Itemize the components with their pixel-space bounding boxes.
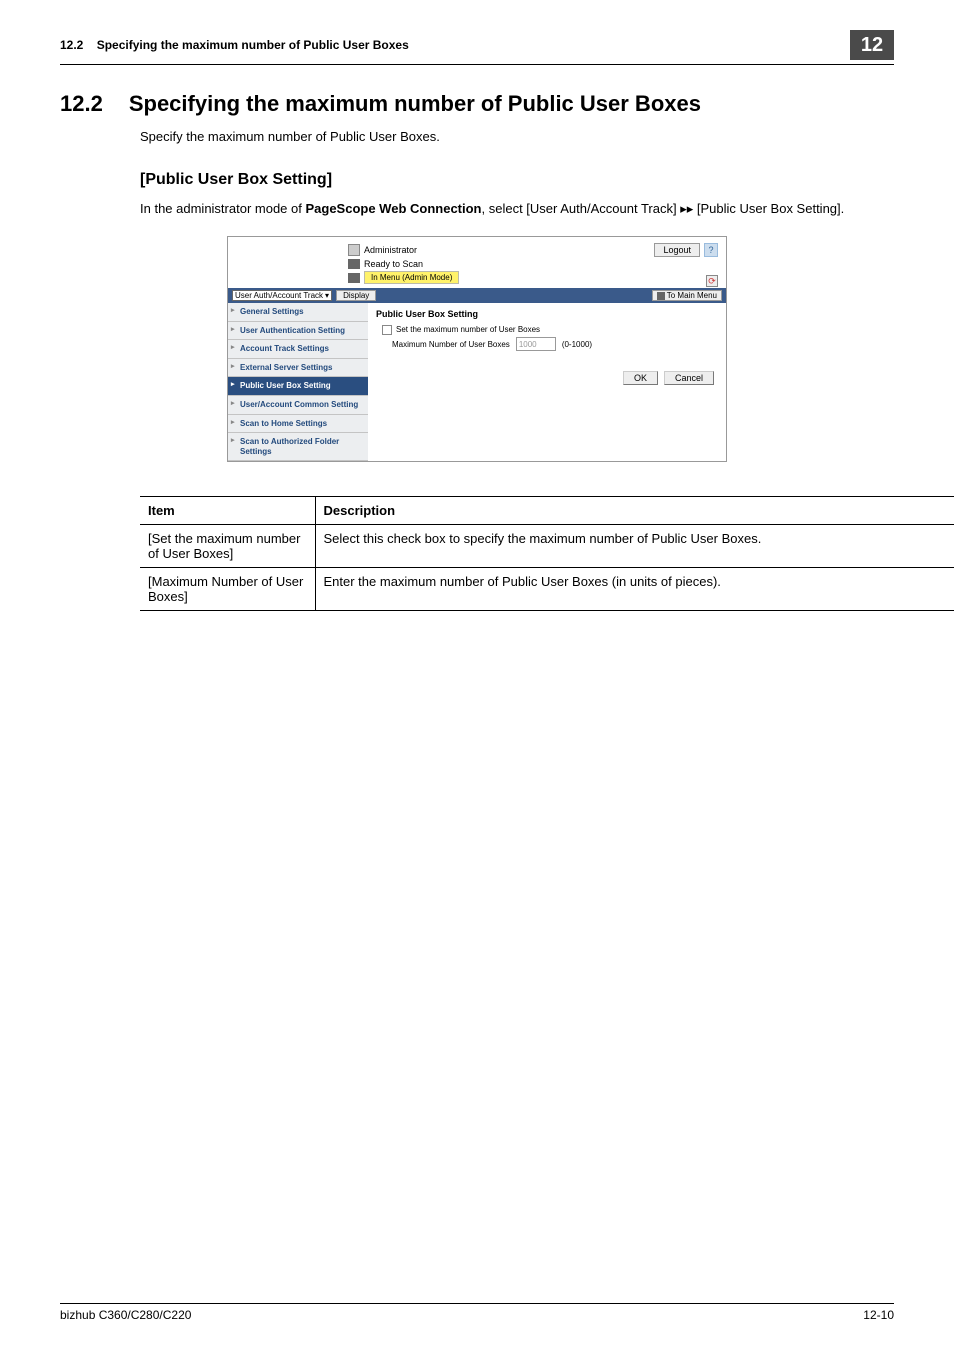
cancel-button[interactable]: Cancel xyxy=(664,371,714,385)
sidebar-item-label: User Authentication Setting xyxy=(240,326,345,335)
main-menu-button[interactable]: To Main Menu xyxy=(652,290,722,301)
admin-indicator: Administrator xyxy=(348,243,417,257)
footer-right: 12-10 xyxy=(863,1308,894,1322)
checkbox-label: Set the maximum number of User Boxes xyxy=(396,325,540,334)
content-title: Public User Box Setting xyxy=(376,309,718,319)
table-row: [Maximum Number of User Boxes] Enter the… xyxy=(140,568,954,611)
checkbox-row: Set the maximum number of User Boxes xyxy=(382,325,718,335)
ok-button[interactable]: OK xyxy=(623,371,658,385)
sidebar-item-label: Scan to Home Settings xyxy=(240,419,327,428)
body-bold: PageScope Web Connection xyxy=(305,201,481,216)
status-icon xyxy=(348,273,360,283)
embed-toolbar: User Auth/Account Track ▾ Display To Mai… xyxy=(228,288,726,303)
printer-icon xyxy=(348,259,360,269)
max-boxes-input[interactable] xyxy=(516,337,556,351)
header-section-ref: 12.2 xyxy=(60,38,83,52)
status-ready: Ready to Scan xyxy=(364,259,423,269)
embed-body: General Settings User Authentication Set… xyxy=(228,303,726,461)
sidebar-item-label: Public User Box Setting xyxy=(240,381,331,390)
table-cell-item: [Set the maximum number of User Boxes] xyxy=(140,525,315,568)
table-cell-item: [Maximum Number of User Boxes] xyxy=(140,568,315,611)
refresh-icon[interactable]: ⟳ xyxy=(706,275,718,287)
sidebar-item-label: Account Track Settings xyxy=(240,344,329,353)
status-menu: In Menu (Admin Mode) xyxy=(364,271,459,284)
sidebar-item-label: General Settings xyxy=(240,307,304,316)
sidebar-item-public-user-box[interactable]: Public User Box Setting xyxy=(228,377,368,396)
content-pane: Public User Box Setting Set the maximum … xyxy=(368,303,726,461)
embedded-screenshot: Administrator Logout ? Ready to Scan In … xyxy=(227,236,727,462)
body-paragraph: In the administrator mode of PageScope W… xyxy=(140,199,894,219)
sidebar-item-account-track[interactable]: Account Track Settings xyxy=(228,340,368,359)
chevron-down-icon: ▾ xyxy=(325,291,329,300)
section-heading-row: 12.2 Specifying the maximum number of Pu… xyxy=(60,91,894,117)
admin-icon xyxy=(348,244,360,256)
sidebar-item-label: External Server Settings xyxy=(240,363,332,372)
body-prefix: In the administrator mode of xyxy=(140,201,305,216)
help-icon[interactable]: ? xyxy=(704,243,718,257)
field-row: Maximum Number of User Boxes (0-1000) xyxy=(392,337,718,351)
embed-topbar: Administrator Logout ? xyxy=(228,237,726,259)
section-number: 12.2 xyxy=(60,91,103,117)
display-button[interactable]: Display xyxy=(336,290,376,301)
table-cell-desc: Enter the maximum number of Public User … xyxy=(315,568,954,611)
select-value: User Auth/Account Track xyxy=(235,291,323,300)
section-intro: Specify the maximum number of Public Use… xyxy=(140,127,894,147)
table-head-item: Item xyxy=(140,497,315,525)
sidebar-item-scan-authorized[interactable]: Scan to Authorized Folder Settings xyxy=(228,433,368,461)
sidebar-item-label: User/Account Common Setting xyxy=(240,400,358,409)
chapter-badge: 12 xyxy=(850,30,894,60)
menu-icon xyxy=(657,292,665,300)
sidebar: General Settings User Authentication Set… xyxy=(228,303,368,461)
max-boxes-checkbox[interactable] xyxy=(382,325,392,335)
sidebar-item-user-account-common[interactable]: User/Account Common Setting xyxy=(228,396,368,415)
logout-button[interactable]: Logout xyxy=(654,243,700,257)
subheading: [Public User Box Setting] xyxy=(140,171,894,189)
field-label: Maximum Number of User Boxes xyxy=(392,340,510,349)
page-footer: bizhub C360/C280/C220 12-10 xyxy=(60,1303,894,1322)
table-head-desc: Description xyxy=(315,497,954,525)
sidebar-item-user-auth[interactable]: User Authentication Setting xyxy=(228,322,368,341)
header-title: Specifying the maximum number of Public … xyxy=(97,38,409,52)
table-row: [Set the maximum number of User Boxes] S… xyxy=(140,525,954,568)
sidebar-item-external-server[interactable]: External Server Settings xyxy=(228,359,368,378)
sidebar-item-general[interactable]: General Settings xyxy=(228,303,368,322)
sidebar-item-scan-home[interactable]: Scan to Home Settings xyxy=(228,415,368,434)
description-table: Item Description [Set the maximum number… xyxy=(140,496,954,611)
header-left: 12.2 Specifying the maximum number of Pu… xyxy=(60,38,409,52)
footer-left: bizhub C360/C280/C220 xyxy=(60,1308,191,1322)
admin-label: Administrator xyxy=(364,245,417,255)
sidebar-item-label: Scan to Authorized Folder Settings xyxy=(240,437,339,456)
field-range: (0-1000) xyxy=(562,340,592,349)
status-menu-row: In Menu (Admin Mode) xyxy=(348,271,718,284)
status-ready-row: Ready to Scan xyxy=(348,259,718,269)
page-header: 12.2 Specifying the maximum number of Pu… xyxy=(60,30,894,65)
section-title: Specifying the maximum number of Public … xyxy=(129,91,701,117)
main-menu-label: To Main Menu xyxy=(667,291,717,300)
button-row: OK Cancel xyxy=(376,371,718,385)
category-select[interactable]: User Auth/Account Track ▾ xyxy=(232,290,332,301)
body-suffix: , select [User Auth/Account Track] ▸▸ [P… xyxy=(482,201,845,216)
embed-status-area: Ready to Scan In Menu (Admin Mode) ⟳ xyxy=(228,259,726,288)
table-cell-desc: Select this check box to specify the max… xyxy=(315,525,954,568)
